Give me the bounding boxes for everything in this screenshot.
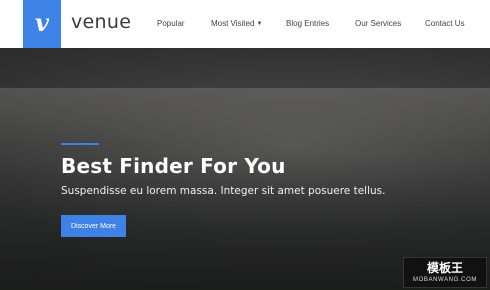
nav-item-popular[interactable]: Popular [157,19,185,28]
watermark-url: MOBANWANG.COM [413,277,477,283]
nav-item-label: Most Visited [211,19,255,28]
logo-letter: v [35,8,49,37]
caret-down-icon: ▼ [256,21,263,27]
nav-item-contact-us[interactable]: Contact Us [425,19,465,28]
watermark-title-row: 模板王 [427,262,463,274]
top-navbar: v venue Popular Most Visited ▼ Blog Entri… [0,0,490,48]
hero-title: Best Finder For You [61,154,286,178]
logo[interactable]: v [23,0,61,48]
nav-item-our-services[interactable]: Our Services [355,19,401,28]
discover-more-button[interactable]: Discover More [61,215,126,237]
hero-subtitle: Suspendisse eu lorem massa. Integer sit … [61,185,386,197]
watermark-badge: 模板王 MOBANWANG.COM [403,257,487,288]
brand-name[interactable]: venue [71,11,131,33]
nav-item-blog-entries[interactable]: Blog Entries [286,19,329,28]
nav-item-most-visited[interactable]: Most Visited ▼ [211,19,262,28]
accent-divider [61,143,99,145]
watermark-title: 模板王 [426,261,463,275]
